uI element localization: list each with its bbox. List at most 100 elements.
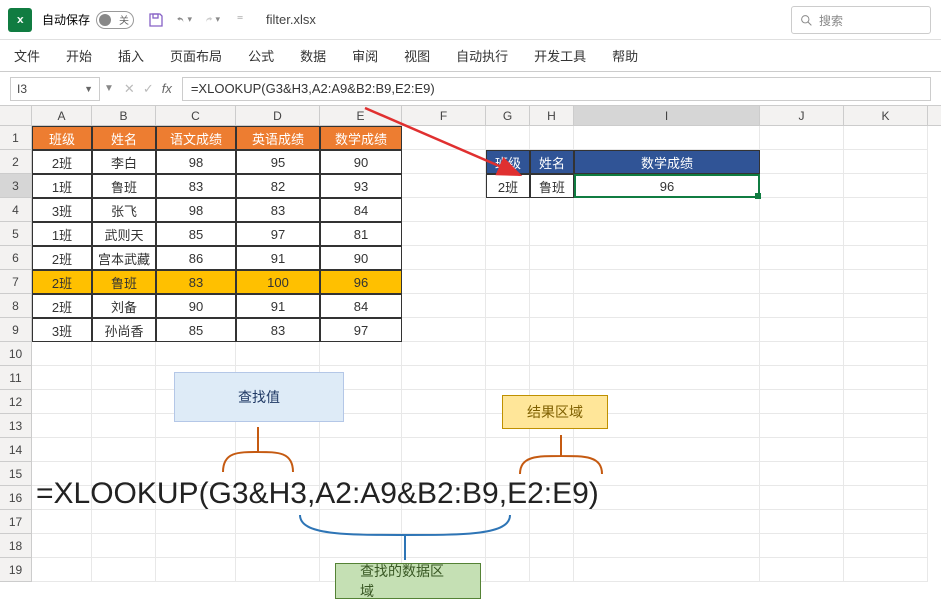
cell-J4[interactable] (760, 198, 844, 222)
cell-E1[interactable]: 数学成绩 (320, 126, 402, 150)
cell-F6[interactable] (402, 246, 486, 270)
ribbon-tab-6[interactable]: 审阅 (350, 40, 380, 71)
cell-J16[interactable] (760, 486, 844, 510)
cell-J14[interactable] (760, 438, 844, 462)
col-header-J[interactable]: J (760, 106, 844, 125)
cell-G4[interactable] (486, 198, 530, 222)
select-all-corner[interactable] (0, 106, 32, 125)
cell-K16[interactable] (844, 486, 928, 510)
cell-G6[interactable] (486, 246, 530, 270)
cell-G7[interactable] (486, 270, 530, 294)
cell-D4[interactable]: 83 (236, 198, 320, 222)
save-icon[interactable] (148, 12, 164, 28)
cell-G9[interactable] (486, 318, 530, 342)
row-header-12[interactable]: 12 (0, 390, 32, 414)
cell-G18[interactable] (486, 534, 530, 558)
cell-G1[interactable] (486, 126, 530, 150)
cell-F9[interactable] (402, 318, 486, 342)
cell-F8[interactable] (402, 294, 486, 318)
cell-C18[interactable] (156, 534, 236, 558)
cell-I1[interactable] (574, 126, 760, 150)
fx-icon[interactable]: fx (162, 81, 172, 96)
ribbon-tab-8[interactable]: 自动执行 (454, 40, 510, 71)
cell-E6[interactable]: 90 (320, 246, 402, 270)
cell-F10[interactable] (402, 342, 486, 366)
ribbon-tab-9[interactable]: 开发工具 (532, 40, 588, 71)
cell-A8[interactable]: 2班 (32, 294, 92, 318)
cell-F18[interactable] (402, 534, 486, 558)
cell-C5[interactable]: 85 (156, 222, 236, 246)
cell-F2[interactable] (402, 150, 486, 174)
cell-I18[interactable] (574, 534, 760, 558)
cell-H4[interactable] (530, 198, 574, 222)
cell-H17[interactable] (530, 510, 574, 534)
row-header-14[interactable]: 14 (0, 438, 32, 462)
cell-J9[interactable] (760, 318, 844, 342)
col-header-B[interactable]: B (92, 106, 156, 125)
col-header-H[interactable]: H (530, 106, 574, 125)
cell-G2[interactable]: 班级 (486, 150, 530, 174)
cell-H8[interactable] (530, 294, 574, 318)
cell-C10[interactable] (156, 342, 236, 366)
cell-F3[interactable] (402, 174, 486, 198)
row-header-13[interactable]: 13 (0, 414, 32, 438)
cell-E2[interactable]: 90 (320, 150, 402, 174)
cell-A14[interactable] (32, 438, 92, 462)
cell-K9[interactable] (844, 318, 928, 342)
cell-C4[interactable]: 98 (156, 198, 236, 222)
cell-J18[interactable] (760, 534, 844, 558)
cell-H6[interactable] (530, 246, 574, 270)
cell-E3[interactable]: 93 (320, 174, 402, 198)
col-header-E[interactable]: E (320, 106, 402, 125)
cell-B5[interactable]: 武则天 (92, 222, 156, 246)
cell-A9[interactable]: 3班 (32, 318, 92, 342)
col-header-K[interactable]: K (844, 106, 928, 125)
cell-A3[interactable]: 1班 (32, 174, 92, 198)
cell-I19[interactable] (574, 558, 760, 582)
cell-J12[interactable] (760, 390, 844, 414)
cell-J5[interactable] (760, 222, 844, 246)
row-header-3[interactable]: 3 (0, 174, 32, 198)
cell-F12[interactable] (402, 390, 486, 414)
row-header-9[interactable]: 9 (0, 318, 32, 342)
cell-K6[interactable] (844, 246, 928, 270)
cell-H3[interactable]: 鲁班 (530, 174, 574, 198)
cell-B19[interactable] (92, 558, 156, 582)
cell-C1[interactable]: 语文成绩 (156, 126, 236, 150)
row-header-1[interactable]: 1 (0, 126, 32, 150)
cell-I6[interactable] (574, 246, 760, 270)
cell-I4[interactable] (574, 198, 760, 222)
cell-K19[interactable] (844, 558, 928, 582)
row-header-5[interactable]: 5 (0, 222, 32, 246)
cell-D19[interactable] (236, 558, 320, 582)
cell-K14[interactable] (844, 438, 928, 462)
redo-icon[interactable]: ▾ (204, 12, 220, 28)
cell-I17[interactable] (574, 510, 760, 534)
cell-G5[interactable] (486, 222, 530, 246)
cell-I9[interactable] (574, 318, 760, 342)
cell-B12[interactable] (92, 390, 156, 414)
cell-B6[interactable]: 宫本武藏 (92, 246, 156, 270)
col-header-G[interactable]: G (486, 106, 530, 125)
cell-K5[interactable] (844, 222, 928, 246)
cell-B2[interactable]: 李白 (92, 150, 156, 174)
cell-B9[interactable]: 孙尚香 (92, 318, 156, 342)
formula-input[interactable]: =XLOOKUP(G3&H3,A2:A9&B2:B9,E2:E9) (182, 77, 931, 101)
cell-H5[interactable] (530, 222, 574, 246)
cell-D2[interactable]: 95 (236, 150, 320, 174)
cell-B3[interactable]: 鲁班 (92, 174, 156, 198)
cell-A12[interactable] (32, 390, 92, 414)
row-header-4[interactable]: 4 (0, 198, 32, 222)
cell-G8[interactable] (486, 294, 530, 318)
cell-G14[interactable] (486, 438, 530, 462)
cell-E10[interactable] (320, 342, 402, 366)
cell-G10[interactable] (486, 342, 530, 366)
cell-B13[interactable] (92, 414, 156, 438)
cell-B11[interactable] (92, 366, 156, 390)
cell-J8[interactable] (760, 294, 844, 318)
cell-J1[interactable] (760, 126, 844, 150)
cell-D10[interactable] (236, 342, 320, 366)
cell-A18[interactable] (32, 534, 92, 558)
cell-H18[interactable] (530, 534, 574, 558)
cell-B17[interactable] (92, 510, 156, 534)
